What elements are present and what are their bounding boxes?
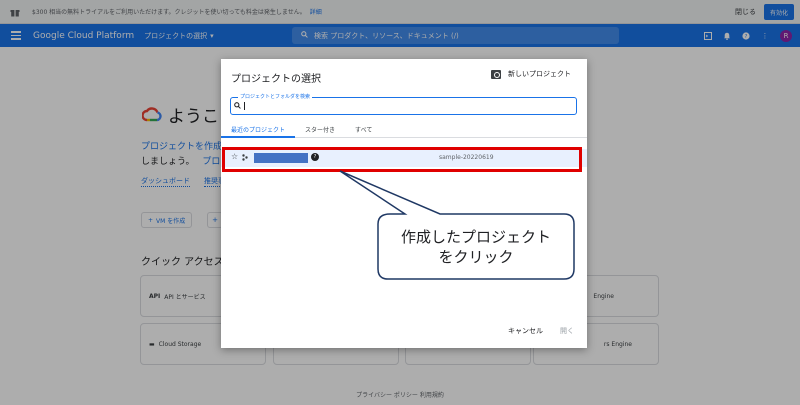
callout-text: 作成したプロジェクト をクリック <box>378 214 574 279</box>
callout-line-1: 作成したプロジェクト <box>400 227 551 246</box>
callout-line-2: をクリック <box>438 247 514 266</box>
callout-bubble <box>339 170 575 280</box>
